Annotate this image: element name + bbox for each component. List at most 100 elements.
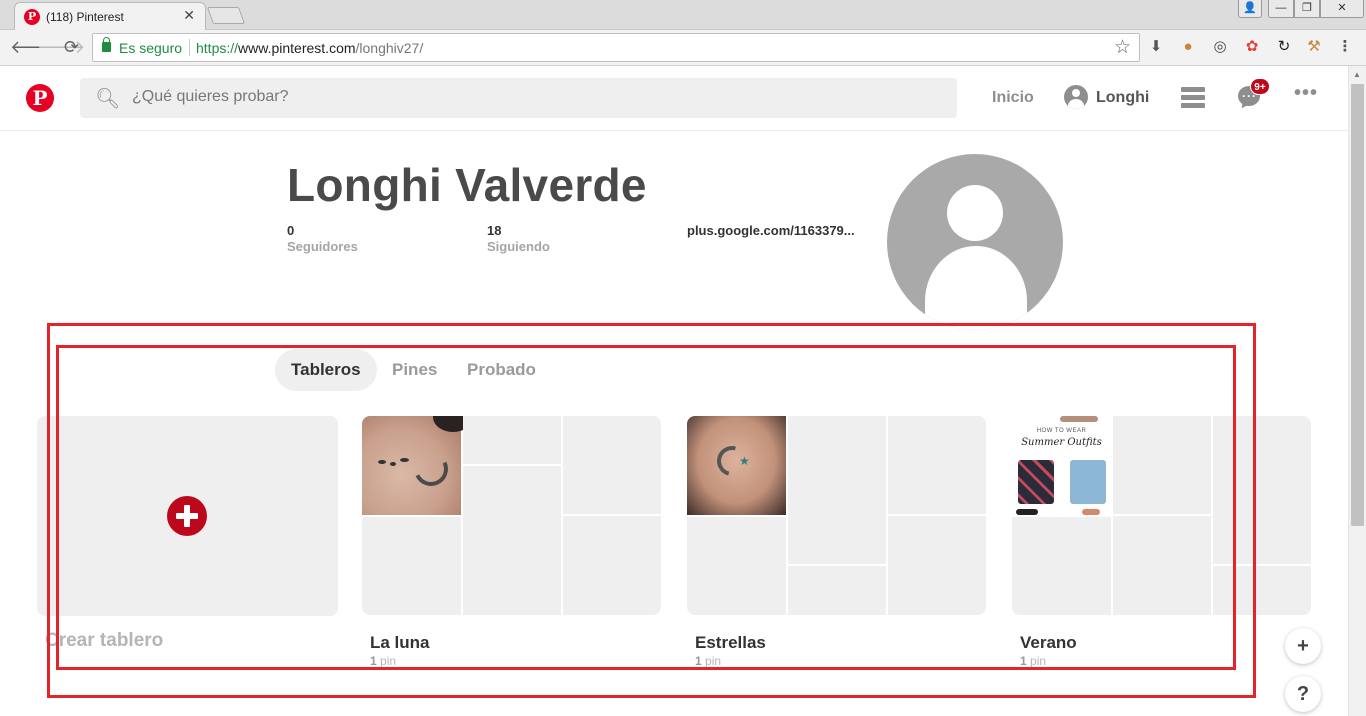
create-board-label[interactable]: Crear tablero (45, 630, 163, 652)
tab-pines[interactable]: Pines (376, 349, 453, 391)
scroll-up-icon[interactable]: ▲ (1353, 70, 1361, 79)
board-pin-count: 1 pin (695, 654, 721, 668)
bookmark-star-icon[interactable]: ☆ (1114, 36, 1131, 59)
board-empty-cell (563, 516, 661, 615)
bird-mark (378, 460, 386, 464)
board-verano[interactable]: HOW TO WEAR Summer Outfits (1012, 416, 1311, 615)
board-empty-cell (1113, 516, 1211, 615)
cookie-extension-icon[interactable]: ● (1179, 38, 1197, 56)
search-icon: 🔍︎ (95, 88, 121, 110)
avatar-head (947, 185, 1003, 241)
board-title-estrellas[interactable]: Estrellas (695, 633, 766, 653)
browser-toolbar: 🡐 🡒 ⟳ Es seguro https://www.pinterest.co… (0, 30, 1366, 66)
garment-item (1016, 509, 1038, 515)
garment-item (1060, 416, 1098, 422)
board-empty-cell (1113, 416, 1211, 514)
create-board-card[interactable] (37, 416, 338, 616)
scroll-thumb[interactable] (1351, 84, 1364, 526)
board-empty-cell (362, 517, 461, 615)
address-bar[interactable]: Es seguro https://www.pinterest.com/long… (92, 33, 1140, 62)
notification-badge: 9+ (1250, 78, 1270, 95)
tab-title: (118) Pinterest (46, 10, 124, 24)
following-count[interactable]: 18 (487, 223, 501, 238)
cover-title: Summer Outfits (1021, 437, 1102, 448)
tab-close-icon[interactable]: ✕ (183, 7, 195, 24)
bird-mark (400, 458, 409, 462)
board-empty-cell (563, 416, 661, 514)
tab-tableros[interactable]: Tableros (275, 349, 377, 391)
tool-extension-icon[interactable]: ⚒ (1305, 38, 1323, 56)
board-title-verano[interactable]: Verano (1020, 633, 1077, 653)
cover-subtitle: HOW TO WEAR (1036, 428, 1087, 434)
pinterest-logo-icon[interactable]: P (26, 84, 54, 112)
color-extension-icon[interactable]: ✿ (1243, 38, 1261, 56)
board-empty-cell (788, 416, 886, 564)
board-cover-image: HOW TO WEAR Summer Outfits (1012, 416, 1111, 515)
tab-probado[interactable]: Probado (451, 349, 552, 391)
board-empty-cell (687, 517, 786, 615)
browser-tab[interactable]: P (118) Pinterest ✕ (14, 2, 206, 30)
window-close-button[interactable]: ✕ (1320, 0, 1364, 18)
chrome-menu-icon[interactable]: ⋮ (1336, 38, 1354, 56)
browser-tab-bar: P (118) Pinterest ✕ 👤 — ❐ ✕ (0, 0, 1366, 30)
following-label[interactable]: Siguiendo (487, 239, 550, 254)
url-path: /longhiv27/ (355, 40, 424, 56)
search-box[interactable]: 🔍︎ (80, 78, 957, 118)
url-text[interactable]: https://www.pinterest.com/longhiv27/ (196, 40, 423, 56)
secure-label: Es seguro (119, 40, 183, 56)
board-estrellas[interactable]: ★ (687, 416, 986, 615)
add-pin-button[interactable]: + (1285, 628, 1321, 664)
search-input[interactable] (132, 88, 932, 106)
more-options-icon[interactable]: ••• (1294, 82, 1318, 105)
floral-top (1018, 460, 1054, 504)
star-tattoo: ★ (739, 454, 750, 468)
page-scrollbar[interactable]: ▲ (1348, 66, 1366, 716)
pinterest-favicon-icon: P (24, 9, 40, 25)
board-empty-cell (1213, 416, 1311, 564)
target-extension-icon[interactable]: ◎ (1211, 38, 1229, 56)
menu-icon[interactable] (1181, 87, 1205, 109)
profile-avatar[interactable] (887, 154, 1063, 330)
pin-count-unit: pin (380, 654, 397, 668)
user-avatar-icon[interactable] (1064, 85, 1088, 109)
window-minimize-button[interactable]: — (1268, 0, 1294, 18)
denim-shirt (1070, 460, 1106, 504)
pin-count-number: 1 (1020, 654, 1027, 668)
board-empty-cell (463, 416, 561, 464)
board-la-luna[interactable] (362, 416, 661, 615)
help-button[interactable]: ? (1285, 676, 1321, 712)
pin-count-number: 1 (370, 654, 377, 668)
url-scheme: https:// (196, 40, 239, 56)
address-separator (189, 39, 190, 56)
pinterest-header: P 🔍︎ Inicio Longhi ··· 9+ ••• (0, 66, 1348, 131)
board-empty-cell (1213, 566, 1311, 615)
board-empty-cell (788, 566, 886, 615)
board-pin-count: 1 pin (370, 654, 396, 668)
profile-link[interactable]: Longhi (1096, 89, 1149, 107)
lock-icon (102, 37, 111, 52)
board-empty-cell (463, 466, 561, 615)
reload-icon[interactable]: ⟳ (64, 37, 79, 58)
followers-label[interactable]: Seguidores (287, 239, 358, 254)
board-pin-count: 1 pin (1020, 654, 1046, 668)
avatar-body (925, 246, 1027, 330)
sync-extension-icon[interactable]: ↻ (1275, 38, 1293, 56)
profile-website-link[interactable]: plus.google.com/1163379... (687, 223, 855, 238)
board-title-la-luna[interactable]: La luna (370, 633, 430, 653)
pin-count-unit: pin (1030, 654, 1047, 668)
followers-count[interactable]: 0 (287, 223, 294, 238)
board-empty-cell (888, 516, 986, 615)
new-tab-button[interactable] (206, 7, 246, 24)
download-icon[interactable]: ⬇ (1147, 38, 1165, 56)
window-user-button[interactable]: 👤 (1238, 0, 1262, 18)
pin-count-unit: pin (705, 654, 722, 668)
board-cover-image (362, 416, 473, 515)
home-link[interactable]: Inicio (992, 89, 1034, 107)
window-maximize-button[interactable]: ❐ (1294, 0, 1320, 18)
garment-item (1082, 509, 1100, 515)
moon-tattoo (409, 447, 453, 491)
url-host: www.pinterest.com (238, 40, 356, 56)
add-board-plus-icon (167, 496, 207, 536)
pin-count-number: 1 (695, 654, 702, 668)
profile-name: Longhi Valverde (287, 159, 647, 211)
